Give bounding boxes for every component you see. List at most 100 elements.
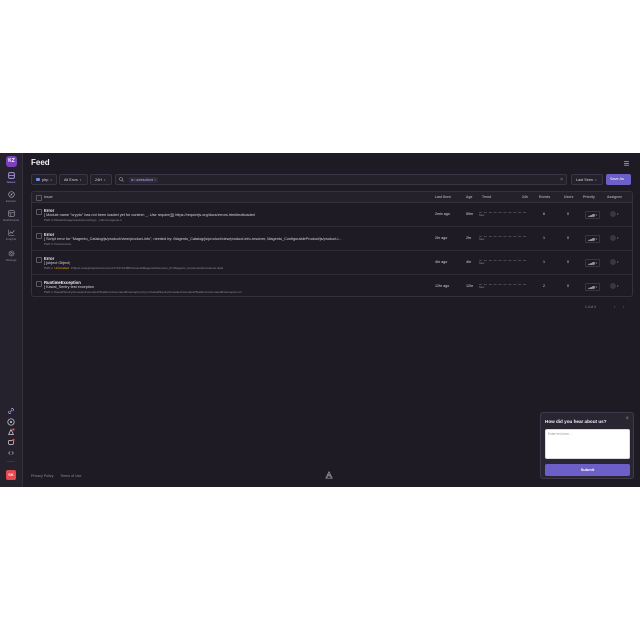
select-all-checkbox[interactable] bbox=[36, 195, 42, 201]
sidebar-item-insights[interactable]: Insights bbox=[0, 229, 22, 241]
events-count: 1 bbox=[543, 236, 545, 240]
prev-page-button[interactable]: ‹ bbox=[614, 304, 615, 309]
issue-message: [ Script error for "Magento_Catalog/js/p… bbox=[44, 237, 342, 241]
age: 12hr bbox=[466, 284, 474, 288]
priority-selector[interactable]: ▂▄▆ ▾ bbox=[585, 259, 600, 267]
priority-selector[interactable]: ▂▄▆ ▾ bbox=[585, 211, 600, 219]
trend-label: New bbox=[479, 214, 485, 217]
project-icon bbox=[36, 178, 40, 181]
column-age[interactable]: Age bbox=[466, 192, 472, 202]
filter-bar: php ▾ All Envs ▾ 24H ▾ is: unresolved × × L… bbox=[31, 174, 631, 186]
priority-selector[interactable]: ▂▄▆ ▾ bbox=[585, 235, 600, 243]
priority-selector[interactable]: ▂▄▆ ▾ bbox=[585, 283, 600, 291]
trend-sparkline: New bbox=[479, 282, 526, 290]
chevron-down-icon: ▾ bbox=[79, 178, 82, 182]
row-checkbox[interactable] bbox=[36, 281, 42, 287]
terms-of-use-link[interactable]: Terms of Use bbox=[60, 474, 81, 478]
save-as-button[interactable]: Save As bbox=[606, 174, 631, 185]
table-row[interactable]: Error [ Module name "crypto" has not bee… bbox=[32, 203, 632, 227]
next-page-button[interactable]: › bbox=[623, 304, 624, 309]
table-row[interactable]: Error [ [object Object] PHP-2 Unhandled … bbox=[32, 251, 632, 275]
pagination-summary: 1-4 of 4 bbox=[585, 305, 596, 309]
issue-meta: PHP-2 Unhandled /Object.ssisejs/require/… bbox=[44, 266, 223, 270]
last-seen: 2hr ago bbox=[435, 236, 448, 240]
submit-button[interactable]: Submit bbox=[545, 464, 630, 476]
issue-meta: PHP-3 ?/docs/errors bbox=[44, 242, 72, 246]
assignee-avatar[interactable] bbox=[610, 259, 616, 265]
sentry-logo-icon bbox=[325, 471, 333, 479]
status-icon[interactable] bbox=[7, 438, 15, 446]
age: 59m bbox=[466, 212, 473, 216]
sort-selector[interactable]: Last Seen ▾ bbox=[571, 174, 603, 185]
org-avatar[interactable]: KZ bbox=[6, 156, 17, 167]
assignee-avatar[interactable] bbox=[610, 235, 616, 241]
display-options-icon[interactable] bbox=[623, 160, 630, 166]
settings-icon bbox=[8, 250, 14, 257]
collapse-icon[interactable] bbox=[7, 449, 15, 457]
row-checkbox[interactable] bbox=[36, 233, 42, 239]
age: 2hr bbox=[466, 236, 472, 240]
column-trend[interactable]: Trend bbox=[482, 192, 491, 202]
row-checkbox[interactable] bbox=[36, 209, 42, 215]
close-icon[interactable]: × bbox=[625, 416, 629, 422]
chevron-down-icon: ▾ bbox=[595, 261, 598, 265]
column-last-seen[interactable]: Last Seen bbox=[435, 192, 451, 202]
token-remove-icon[interactable]: × bbox=[154, 178, 156, 182]
column-events[interactable]: Events bbox=[539, 192, 550, 202]
search-input[interactable]: is: unresolved × × bbox=[115, 174, 567, 185]
signal-icon: ▂▄▆ bbox=[587, 237, 595, 241]
sidebar-item-explore[interactable]: Explore bbox=[0, 191, 22, 203]
clear-search-icon[interactable]: × bbox=[560, 176, 563, 184]
issue-meta: PHP-4 /lib/web/mage/requirejs-config.js … bbox=[44, 218, 122, 222]
sidebar-item-settings[interactable]: Settings bbox=[0, 250, 22, 262]
assignee-avatar[interactable] bbox=[610, 211, 616, 217]
column-trend-period[interactable]: 24h bbox=[522, 192, 528, 202]
survey-answer-field[interactable] bbox=[545, 429, 630, 459]
chevron-down-icon[interactable]: ▾ bbox=[617, 236, 619, 240]
help-icon[interactable] bbox=[7, 418, 15, 426]
broadcast-icon[interactable] bbox=[7, 428, 15, 436]
explore-icon bbox=[7, 191, 15, 198]
signal-icon: ▂▄▆ bbox=[587, 261, 595, 265]
issue-short-id: PHP-2 bbox=[44, 266, 53, 270]
link-icon[interactable] bbox=[7, 407, 15, 415]
environment-label: All Envs bbox=[64, 178, 78, 182]
issues-icon bbox=[7, 172, 15, 179]
chevron-down-icon: ▾ bbox=[595, 285, 598, 289]
chevron-down-icon[interactable]: ▾ bbox=[617, 260, 619, 264]
last-seen: 12hr ago bbox=[435, 284, 450, 288]
chevron-down-icon: ▾ bbox=[103, 178, 106, 182]
search-token-label: is: unresolved bbox=[131, 178, 154, 182]
chevron-down-icon[interactable]: ▾ bbox=[617, 284, 619, 288]
chevron-down-icon: ▾ bbox=[595, 178, 597, 182]
sidebar-item-dashboards[interactable]: Dashboards bbox=[0, 210, 22, 222]
table-header: Issue Last Seen Age Trend 24h Events Use… bbox=[32, 192, 632, 203]
column-users[interactable]: Users bbox=[564, 192, 573, 202]
survey-question: How did you hear about us? bbox=[545, 419, 607, 424]
sidebar-item-label: Issues bbox=[6, 180, 16, 184]
project-label: php bbox=[42, 178, 49, 182]
project-selector[interactable]: php ▾ bbox=[31, 174, 57, 185]
period-selector[interactable]: 24H ▾ bbox=[90, 174, 112, 185]
user-avatar[interactable]: SK bbox=[6, 470, 16, 480]
chevron-down-icon[interactable]: ▾ bbox=[617, 212, 619, 216]
issue-message: [ Kawal_Sentry test exception bbox=[44, 285, 95, 289]
environment-selector[interactable]: All Envs ▾ bbox=[59, 174, 88, 185]
last-seen: 2min ago bbox=[435, 212, 450, 216]
search-icon bbox=[119, 177, 124, 182]
sidebar-item-issues[interactable]: Issues bbox=[0, 172, 22, 184]
row-checkbox[interactable] bbox=[36, 257, 42, 263]
events-count: 1 bbox=[543, 260, 545, 264]
assignee-avatar[interactable] bbox=[610, 283, 616, 289]
chevron-down-icon: ▾ bbox=[595, 237, 598, 241]
column-priority[interactable]: Priority bbox=[583, 192, 595, 202]
sidebar: KZ Issues Explore Dashboards Insights Se… bbox=[0, 153, 23, 487]
privacy-policy-link[interactable]: Privacy Policy bbox=[31, 474, 53, 478]
search-token[interactable]: is: unresolved × bbox=[129, 177, 159, 183]
table-row[interactable]: RuntimeException [ Kawal_Sentry test exc… bbox=[32, 275, 632, 298]
column-assignee[interactable]: Assignee bbox=[607, 192, 622, 202]
sort-label: Last Seen bbox=[576, 178, 594, 182]
survey-popup: How did you hear about us? × Submit bbox=[540, 412, 634, 479]
table-row[interactable]: Error [ Script error for "Magento_Catalo… bbox=[32, 227, 632, 251]
period-label: 24H bbox=[95, 178, 102, 182]
